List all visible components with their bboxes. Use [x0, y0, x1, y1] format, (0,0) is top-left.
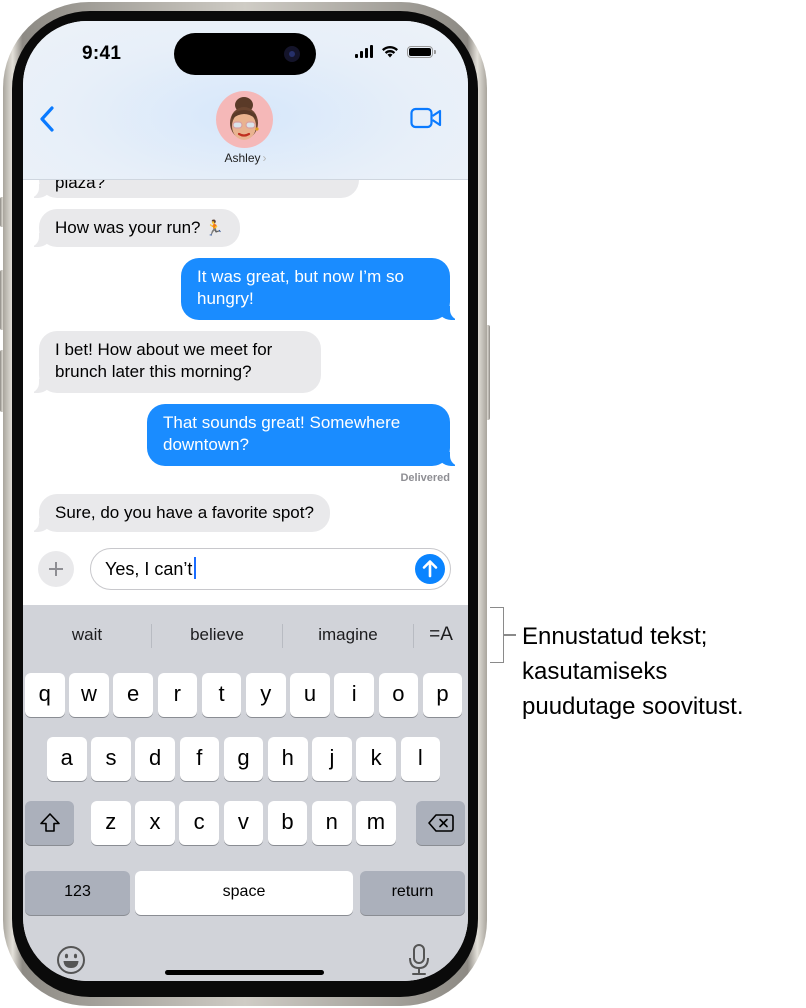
space-key[interactable]: space: [135, 871, 353, 915]
dynamic-island: [174, 33, 316, 75]
message-bubble-outgoing[interactable]: It was great, but now I’m so hungry!: [181, 258, 460, 320]
front-camera: [284, 46, 300, 62]
key-d[interactable]: d: [135, 737, 175, 781]
callout-line-1: Ennustatud tekst;: [522, 623, 708, 650]
contact-avatar[interactable]: [216, 91, 273, 148]
key-q[interactable]: q: [25, 673, 65, 717]
key-f[interactable]: f: [179, 737, 220, 781]
delete-key[interactable]: [416, 801, 465, 845]
shift-icon: [39, 813, 60, 832]
message-bubble-incoming[interactable]: plaza?: [29, 180, 359, 198]
message-line: downtown?: [163, 435, 250, 454]
message-thread[interactable]: plaza? How was your run? 🏃 It was great,…: [23, 180, 468, 542]
arrow-up-icon: [422, 560, 438, 578]
key-o[interactable]: o: [378, 673, 419, 717]
message-line: hungry!: [197, 289, 254, 308]
message-bubble-incoming[interactable]: How was your run? 🏃: [29, 209, 240, 247]
suggestion-imagine[interactable]: imagine: [283, 613, 413, 657]
key-j[interactable]: j: [312, 737, 352, 781]
message-line: That sounds great! Somewhere: [163, 413, 401, 432]
messages-screen: 9:41 Ashley › plaza? How was your run? 🏃…: [23, 21, 468, 981]
key-y[interactable]: y: [246, 673, 286, 717]
callout-bracket: [490, 607, 504, 663]
key-n[interactable]: n: [312, 801, 352, 845]
message-text: Sure, do you have a favorite spot?: [55, 503, 314, 522]
cellular-signal-icon: [355, 45, 373, 58]
message-bubble-incoming[interactable]: Sure, do you have a favorite spot?: [29, 494, 330, 532]
plus-icon[interactable]: [38, 551, 74, 587]
key-m[interactable]: m: [356, 801, 396, 845]
delivered-status: Delivered: [400, 472, 450, 484]
message-text: It was great, but now I’m so hungry!: [197, 267, 404, 308]
key-c[interactable]: c: [179, 801, 219, 845]
key-e[interactable]: e: [113, 673, 153, 717]
key-a[interactable]: a: [47, 737, 87, 781]
key-r[interactable]: r: [157, 673, 198, 717]
message-bubble-incoming[interactable]: I bet! How about we meet for brunch late…: [29, 331, 321, 393]
back-chevron-icon[interactable]: [37, 105, 59, 133]
keyboard: wait believe imagine =A qwertyuiop asdfg…: [23, 605, 468, 981]
shift-key[interactable]: [25, 801, 74, 845]
predictive-text-bar: wait believe imagine =A: [23, 613, 468, 657]
key-z[interactable]: z: [91, 801, 131, 845]
status-icons: [355, 45, 436, 58]
message-input-text[interactable]: Yes, I can’t: [105, 557, 197, 581]
message-text: I bet! How about we meet for brunch late…: [55, 340, 272, 381]
key-i[interactable]: i: [334, 673, 374, 717]
key-h[interactable]: h: [268, 737, 308, 781]
runner-emoji: 🏃: [205, 220, 224, 237]
key-s[interactable]: s: [91, 737, 131, 781]
conversation-header: 9:41 Ashley ›: [23, 21, 468, 180]
battery-full-icon: [407, 45, 436, 58]
delete-backward-icon: [427, 814, 454, 832]
key-g[interactable]: g: [223, 737, 264, 781]
contact-name[interactable]: Ashley ›: [23, 151, 468, 165]
suggestion-divider: [413, 624, 414, 648]
message-bubble-outgoing[interactable]: That sounds great! Somewhere downtown?: [147, 404, 460, 466]
callout-line-3: puudutage soovitust.: [522, 693, 744, 720]
message-input[interactable]: Yes, I can’t: [90, 548, 451, 590]
microphone-icon[interactable]: [407, 943, 431, 977]
wifi-icon: [382, 45, 398, 58]
key-u[interactable]: u: [290, 673, 330, 717]
key-w[interactable]: w: [69, 673, 109, 717]
text-format-icon[interactable]: =A: [421, 613, 461, 657]
callout-text: Ennustatud tekst; kasutamiseks puudutage…: [522, 619, 744, 724]
suggestion-believe[interactable]: believe: [152, 613, 282, 657]
message-line: brunch later this morning?: [55, 362, 252, 381]
callout-line-2: kasutamiseks: [522, 658, 668, 685]
message-text: That sounds great! Somewhere downtown?: [163, 413, 400, 454]
memoji-avatar-icon: [230, 97, 259, 140]
key-t[interactable]: t: [201, 673, 242, 717]
return-key[interactable]: return: [360, 871, 465, 915]
send-button[interactable]: [415, 554, 445, 584]
message-line: It was great, but now I’m so: [197, 267, 404, 286]
status-time: 9:41: [82, 43, 122, 64]
message-line: I bet! How about we meet for: [55, 340, 273, 359]
home-indicator[interactable]: [165, 970, 324, 975]
text-caret: [194, 557, 197, 580]
video-camera-icon[interactable]: [410, 107, 442, 129]
input-value: Yes, I can’t: [105, 559, 193, 579]
key-p[interactable]: p: [422, 673, 463, 717]
key-k[interactable]: k: [356, 737, 396, 781]
numbers-key[interactable]: 123: [25, 871, 130, 915]
callout-line: [504, 634, 516, 636]
key-l[interactable]: l: [400, 737, 441, 781]
emoji-icon[interactable]: [56, 945, 86, 975]
key-v[interactable]: v: [223, 801, 264, 845]
contact-name-label: Ashley: [224, 151, 261, 165]
chevron-right-icon: ›: [262, 151, 267, 165]
suggestion-wait[interactable]: wait: [23, 613, 151, 657]
message-text: How was your run?: [55, 218, 206, 237]
key-x[interactable]: x: [135, 801, 175, 845]
message-text: plaza?: [55, 180, 106, 192]
key-b[interactable]: b: [267, 801, 308, 845]
